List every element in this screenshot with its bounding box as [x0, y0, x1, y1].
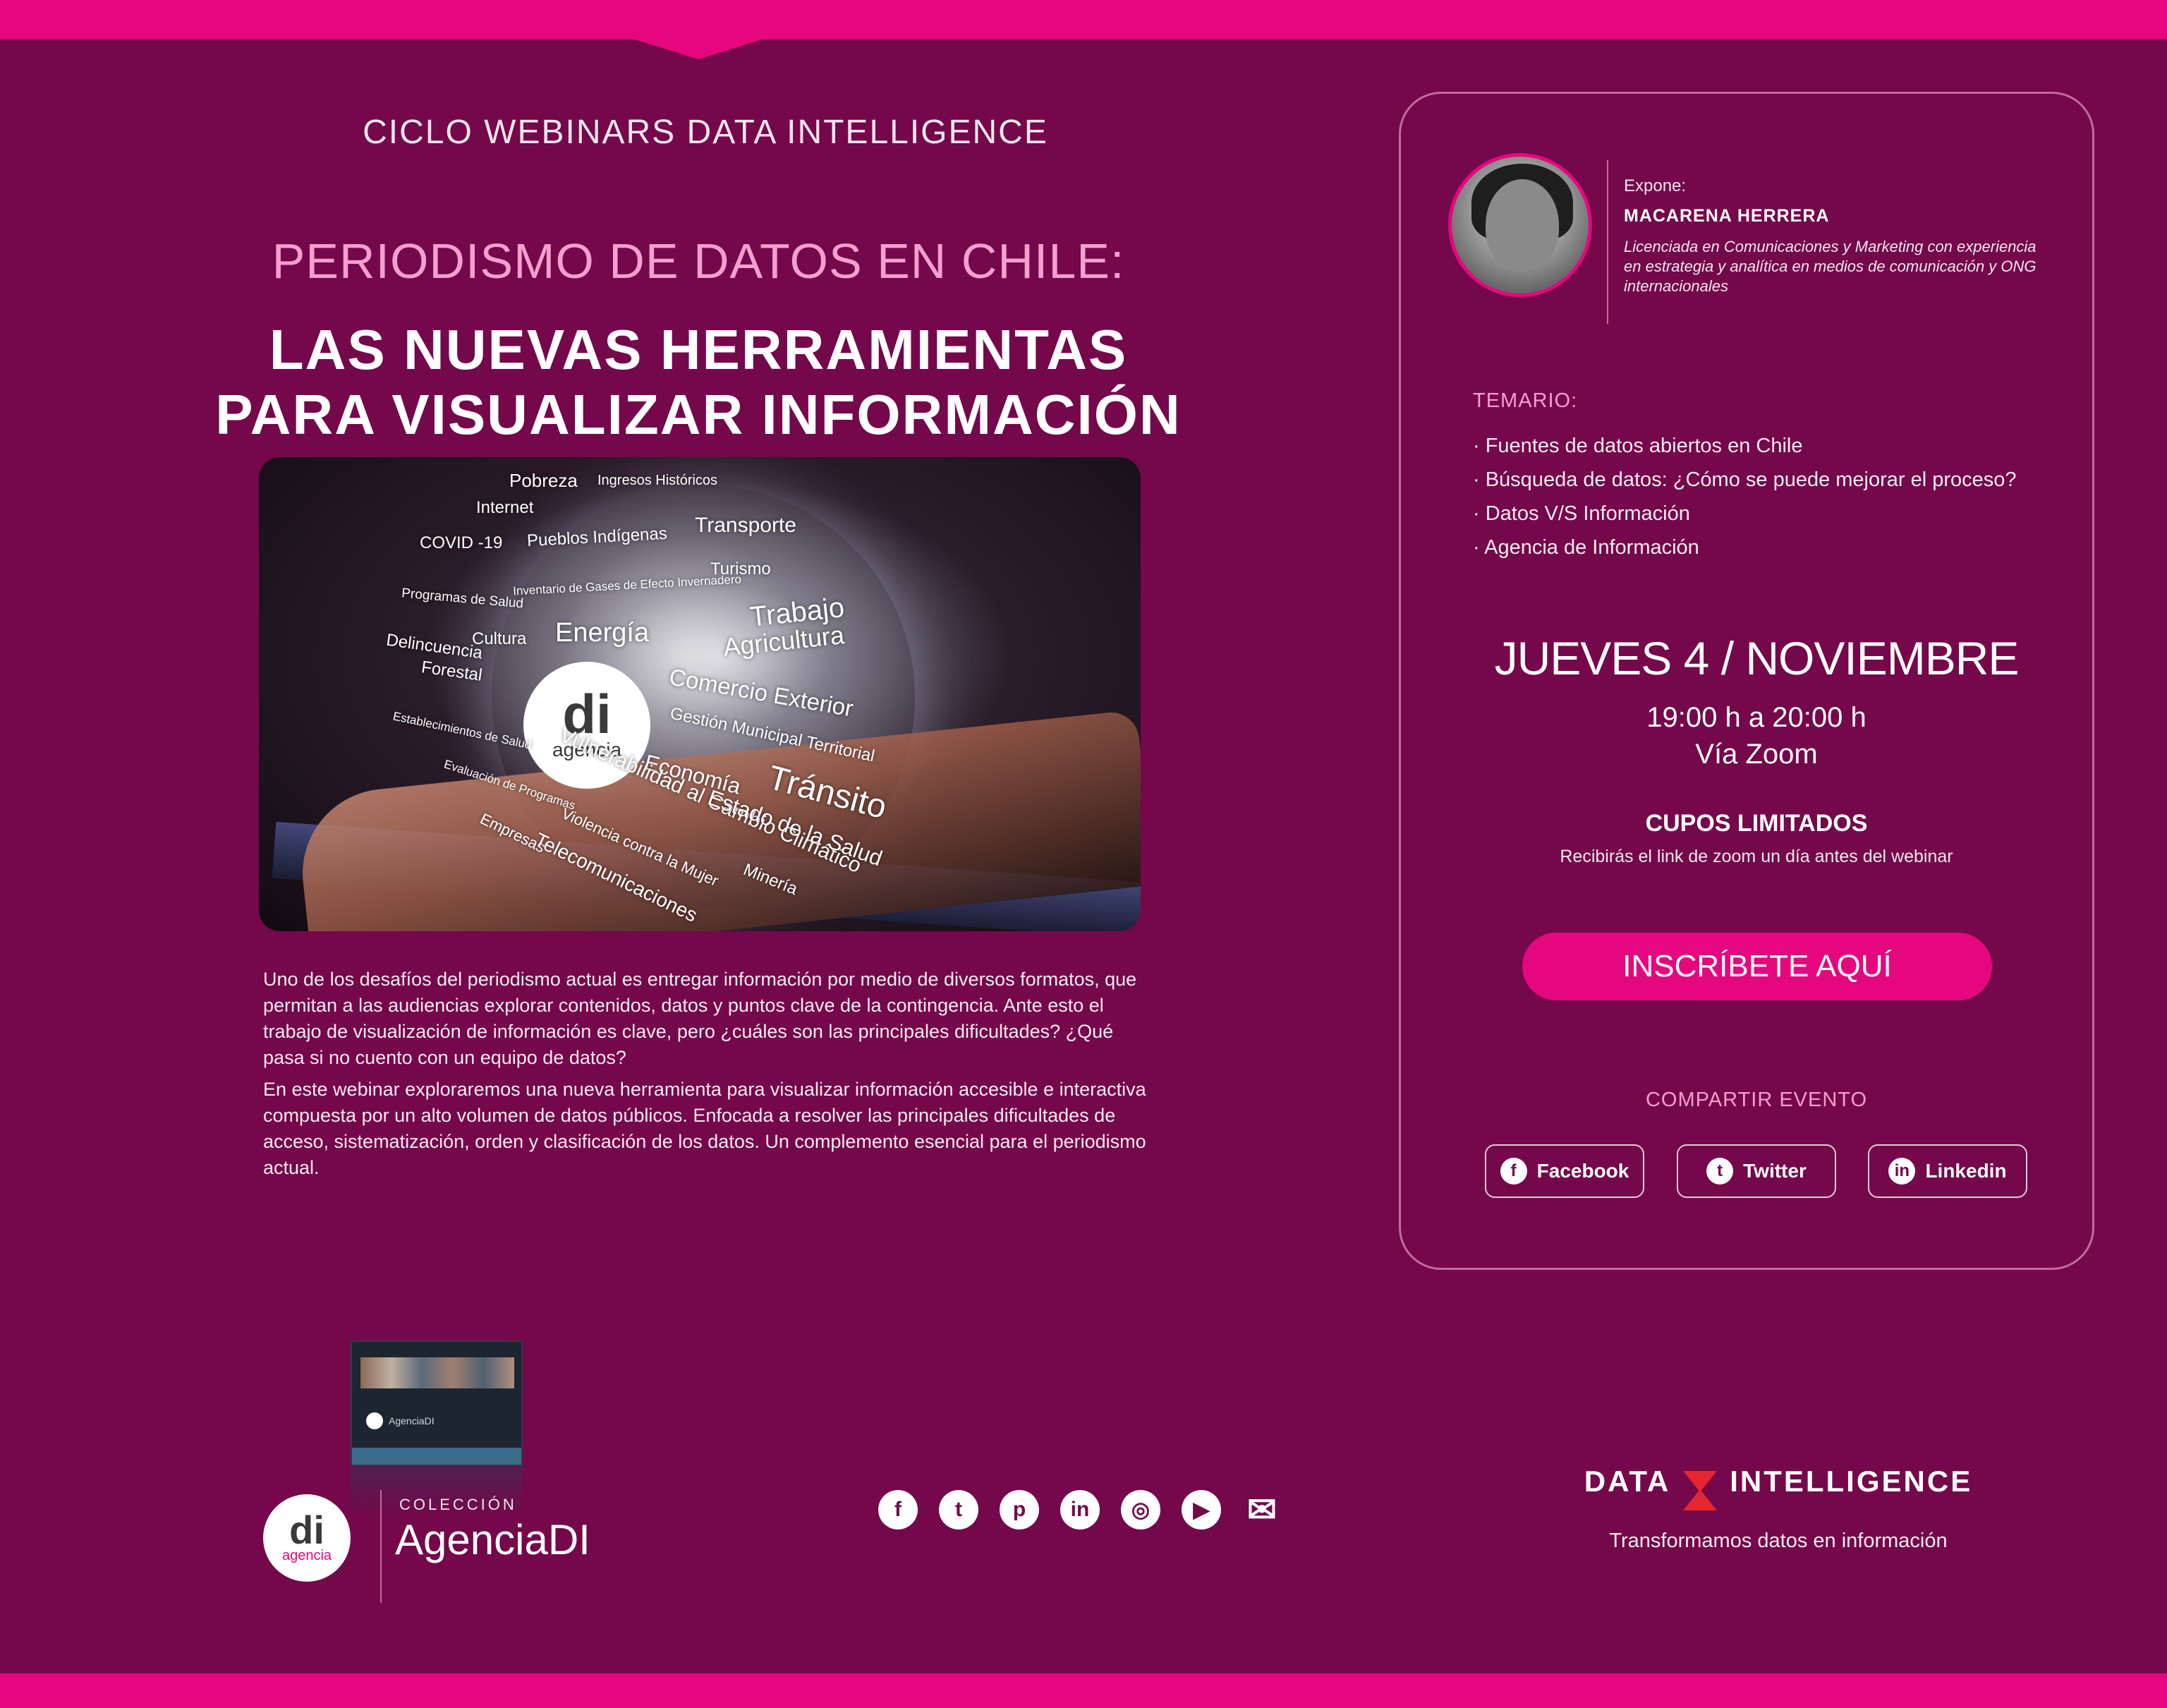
pinterest-icon[interactable]: p: [1000, 1490, 1039, 1530]
facebook-icon: f: [1500, 1158, 1527, 1185]
share-facebook-label: Facebook: [1536, 1160, 1629, 1182]
title-line-2: PARA VISUALIZAR INFORMACIÓN: [215, 383, 1182, 446]
event-subtitle: PERIODISMO DE DATOS EN CHILE:: [272, 234, 1125, 289]
share-twitter-label: Twitter: [1743, 1160, 1807, 1182]
temario-item: · Fuentes de datos abiertos en Chile: [1473, 435, 1803, 457]
speaker-divider: [1607, 160, 1608, 324]
speaker-label: Expone:: [1624, 176, 1687, 195]
twitter-icon: t: [1706, 1158, 1734, 1185]
event-time: 19:00 h a 20:00 h: [1646, 702, 1866, 733]
promo-footer-strip: [352, 1448, 521, 1465]
linkedin-icon: in: [1888, 1158, 1916, 1185]
agenciadi-promo-screenshot: AgenciaDI: [351, 1340, 523, 1466]
event-description: Uno de los desafíos del periodismo actua…: [263, 967, 1159, 1187]
share-facebook-button[interactable]: f Facebook: [1485, 1144, 1644, 1198]
hero-word: Pobreza: [509, 470, 578, 491]
twitter-icon[interactable]: t: [939, 1490, 978, 1530]
temario-list: · Fuentes de datos abiertos en Chile · B…: [1473, 429, 2017, 564]
temario-item: · Agencia de Información: [1473, 536, 1699, 559]
hero-word: Ingresos Históricos: [597, 473, 718, 488]
temario-item: · Datos V/S Información: [1473, 502, 1690, 525]
promo-photo-strip: [360, 1357, 514, 1388]
instagram-icon[interactable]: ◎: [1121, 1490, 1160, 1530]
coleccion-name: AgenciaDI: [395, 1516, 590, 1563]
footer-logo-main: di: [289, 1507, 324, 1552]
hero-word: Energía: [555, 618, 650, 648]
top-bar: [0, 0, 2167, 40]
hero-word: Turismo: [710, 559, 771, 579]
cupos-heading: CUPOS LIMITADOS: [1645, 810, 1868, 837]
coleccion-divider: [380, 1490, 382, 1603]
register-button[interactable]: INSCRÍBETE AQUÍ: [1522, 933, 1992, 1000]
coleccion-label: COLECCIÓN: [399, 1496, 517, 1513]
title-line-1: LAS NUEVAS HERRAMIENTAS: [269, 318, 1128, 381]
description-paragraph-1: Uno de los desafíos del periodismo actua…: [263, 969, 1137, 1068]
series-title: CICLO WEBINARS DATA INTELLIGENCE: [363, 114, 1048, 151]
footer-logo-sub: agencia: [281, 1547, 332, 1563]
mail-icon[interactable]: ✉: [1242, 1490, 1282, 1530]
event-date: JUEVES 4 / NOVIEMBRE: [1494, 632, 2020, 684]
top-notch: [635, 40, 762, 59]
share-linkedin-button[interactable]: in Linkedin: [1868, 1144, 2027, 1198]
hero-image: di agencia Pobreza Ingresos Históricos I…: [259, 457, 1141, 931]
hero-word: Internet: [476, 498, 534, 517]
linkedin-icon[interactable]: in: [1060, 1490, 1100, 1530]
event-title: LAS NUEVAS HERRAMIENTAS PARA VISUALIZAR …: [141, 317, 1256, 447]
hero-word: COVID -19: [420, 533, 503, 552]
data-intelligence-logo: DATA INTELLIGENCE: [1570, 1460, 1987, 1510]
logo-word-intelligence: INTELLIGENCE: [1730, 1465, 1973, 1498]
temario-heading: TEMARIO:: [1473, 389, 1578, 412]
social-links: f t p in ◎ ▶ ✉: [878, 1490, 1282, 1530]
share-twitter-button[interactable]: t Twitter: [1677, 1144, 1836, 1198]
hero-word: Transporte: [695, 514, 796, 537]
share-linkedin-label: Linkedin: [1925, 1160, 2007, 1182]
hourglass-icon: [1683, 1471, 1718, 1510]
avatar-face: [1486, 179, 1559, 271]
youtube-icon[interactable]: ▶: [1182, 1490, 1221, 1530]
hero-word: Delincuencia: [384, 630, 484, 663]
event-platform: Vía Zoom: [1695, 739, 1818, 770]
hero-word: Programas de Salud: [401, 586, 524, 612]
logo-word-data: DATA: [1584, 1465, 1671, 1498]
bottom-bar: [0, 1673, 2167, 1708]
speaker-bio: Licenciada en Comunicaciones y Marketing…: [1624, 238, 2037, 295]
facebook-icon[interactable]: f: [878, 1490, 918, 1530]
speaker-name: MACARENA HERRERA: [1624, 206, 1830, 226]
promo-brand: AgenciaDI: [389, 1415, 435, 1427]
temario-item: · Búsqueda de datos: ¿Cómo se puede mejo…: [1473, 468, 2017, 491]
promo-logo-dot: [366, 1412, 383, 1429]
description-paragraph-2: En este webinar exploraremos una nueva h…: [263, 1079, 1146, 1178]
share-heading: COMPARTIR EVENTO: [1645, 1089, 1868, 1111]
speaker-avatar: [1448, 153, 1592, 297]
agencia-di-logo: di agencia: [263, 1494, 351, 1582]
company-tagline: Transformamos datos en información: [1609, 1530, 1948, 1552]
cupos-note: Recibirás el link de zoom un día antes d…: [1560, 847, 1953, 866]
